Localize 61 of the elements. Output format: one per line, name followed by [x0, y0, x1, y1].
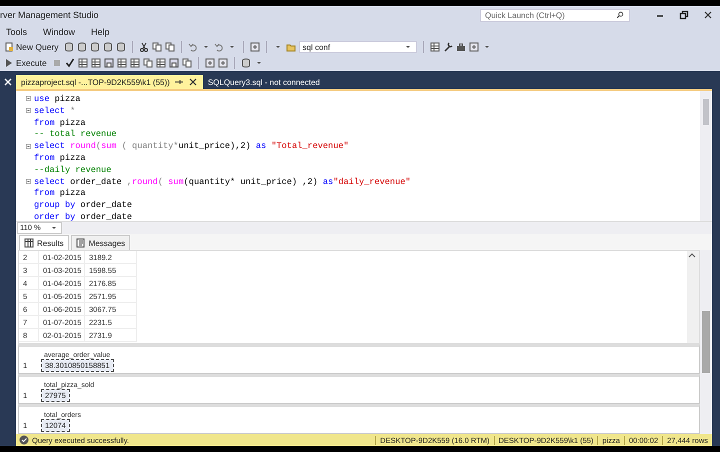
database-icon[interactable]	[240, 58, 251, 68]
pin-icon[interactable]	[174, 77, 184, 87]
grid-icon[interactable]	[116, 58, 127, 68]
new-query-button[interactable]: New Query	[2, 42, 61, 52]
restore-icon[interactable]	[678, 10, 690, 20]
code-line: order by order_date	[34, 212, 132, 224]
code-line: --daily revenue	[34, 164, 112, 177]
execute-button[interactable]: Execute	[2, 58, 49, 68]
close-icon[interactable]	[702, 10, 714, 20]
copy-icon[interactable]	[152, 42, 162, 52]
database-icon[interactable]	[76, 42, 87, 52]
database-icon[interactable]	[102, 42, 113, 52]
database-icon[interactable]	[64, 42, 74, 52]
scrollbar[interactable]	[700, 91, 712, 221]
scrollbar[interactable]	[687, 251, 699, 344]
collapse-icon[interactable]	[26, 144, 33, 151]
code-line: select round(sum ( quantity*unit_price),2) as "Total_revenue"	[34, 141, 349, 153]
results-tab[interactable]: Results	[19, 235, 69, 250]
save-icon[interactable]	[168, 58, 179, 68]
database-dropdown[interactable]: sql conf	[298, 41, 417, 53]
code-line: from pizza	[34, 188, 86, 200]
wrench-icon[interactable]	[442, 42, 453, 52]
menu-item[interactable]: Help	[91, 26, 110, 36]
undo-icon[interactable]	[188, 42, 198, 52]
copy-icon[interactable]	[142, 58, 153, 68]
code-line: from pizza	[34, 118, 86, 130]
collapse-icon[interactable]	[26, 96, 33, 104]
document-tab[interactable]: SQLQuery3.sql - not connected	[202, 75, 325, 89]
grid-icon[interactable]	[78, 58, 88, 68]
database-icon[interactable]	[90, 42, 100, 52]
check-icon[interactable]	[64, 58, 75, 68]
close-icon[interactable]	[188, 77, 198, 87]
code-line: select order_date ,round( sum(quantity* unit_price) ,2) as"daily_revenue"	[34, 176, 411, 188]
code-line: from pizza	[34, 152, 86, 165]
cut-icon[interactable]	[138, 42, 149, 52]
save-icon[interactable]	[104, 58, 114, 68]
code-line: group by order_date	[34, 200, 132, 212]
redo-icon[interactable]	[214, 42, 224, 52]
code-line: -- total revenue	[34, 129, 117, 142]
window-title: rver Management Studio	[0, 10, 100, 20]
menu-item[interactable]: Window	[43, 26, 76, 36]
play-icon	[4, 58, 14, 68]
copy-icon[interactable]	[182, 58, 192, 68]
results-tab[interactable]: Messages	[70, 235, 130, 250]
menu-item[interactable]: Tools	[6, 26, 28, 36]
collapse-icon[interactable]	[26, 108, 33, 116]
document-icon	[4, 42, 14, 52]
quick-launch-field[interactable]: Quick Launch (Ctrl+Q)	[480, 8, 630, 22]
folder-icon[interactable]	[286, 42, 296, 52]
grid-icon[interactable]	[130, 58, 140, 68]
database-icon[interactable]	[116, 42, 126, 52]
scrollbar[interactable]	[700, 250, 712, 434]
code-line: use pizza	[34, 94, 80, 106]
document-tab[interactable]: pizzaproject.sql -...TOP-9D2K559\k1 (55))	[16, 75, 203, 89]
grid-icon[interactable]	[156, 58, 166, 68]
toolbox-icon[interactable]	[456, 42, 466, 52]
document-icon	[76, 238, 86, 248]
code-line: select *	[34, 106, 76, 118]
collapse-icon[interactable]	[26, 178, 33, 186]
grid-icon[interactable]	[90, 58, 101, 68]
grid-icon	[24, 238, 34, 248]
